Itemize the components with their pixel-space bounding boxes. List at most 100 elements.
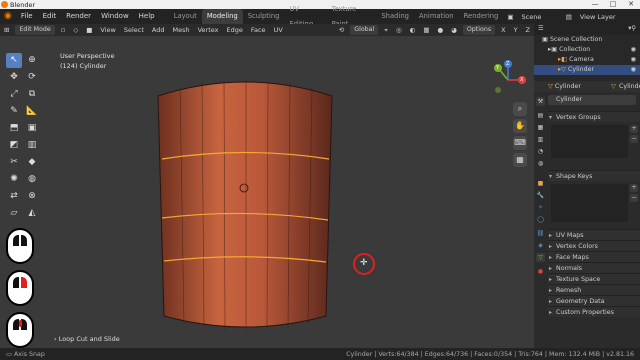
minimize-button[interactable]: — [586, 0, 604, 9]
geometry-data-panel[interactable]: Geometry Data [548, 295, 640, 307]
knife-tool-icon[interactable]: ✂ [6, 155, 22, 170]
data-name-field[interactable]: Cylinder [548, 95, 636, 105]
vertex-colors-panel[interactable]: Vertex Colors [548, 240, 640, 252]
constraints-tab-icon[interactable]: ⛓ [536, 229, 545, 238]
shape-tab-icon[interactable]: ◈ [536, 241, 545, 250]
vertex-groups-list[interactable] [551, 125, 628, 158]
vertex-groups-header[interactable]: Vertex Groups [548, 111, 640, 123]
3d-viewport[interactable]: User Perspective (124) Cylinder X Y Z ⌕ … [0, 36, 534, 348]
mirror-z-label[interactable]: Z [522, 24, 534, 36]
output-tab-icon[interactable]: ▦ [536, 123, 545, 132]
mode-selector[interactable]: Edit Mode [15, 25, 55, 35]
menu-vertex[interactable]: Vertex [194, 24, 223, 36]
transform-tool-icon[interactable]: ⧉ [24, 87, 40, 102]
material-tab-icon[interactable]: ● [536, 267, 545, 276]
menu-mesh[interactable]: Mesh [168, 24, 193, 36]
menu-edit[interactable]: Edit [38, 9, 62, 24]
shrink-tool-icon[interactable]: ⊗ [24, 189, 40, 204]
zoom-icon[interactable]: ⌕ [513, 102, 527, 116]
workspace-tab-sculpting[interactable]: Sculpting [243, 9, 285, 24]
add-vertex-group-button[interactable]: + [630, 125, 638, 133]
vertex-select-icon[interactable]: ▫ [57, 24, 69, 36]
face-select-icon[interactable]: ■ [82, 24, 96, 36]
workspace-tab-modeling[interactable]: Modeling [201, 9, 243, 24]
remove-shape-key-button[interactable]: − [630, 194, 638, 202]
menu-uv[interactable]: UV [270, 24, 287, 36]
menu-edge[interactable]: Edge [223, 24, 247, 36]
scene-selector[interactable]: Scene [518, 11, 562, 23]
snap-icon[interactable]: ⌖ [380, 24, 392, 36]
menu-file[interactable]: File [16, 9, 38, 24]
workspace-tab-rendering[interactable]: Rendering [459, 9, 504, 24]
transform-orientation-selector[interactable]: Global [350, 25, 379, 35]
outliner-scene-collection[interactable]: ▣ Scene Collection [534, 35, 640, 45]
inset-tool-icon[interactable]: ▣ [24, 121, 40, 136]
pan-hand-icon[interactable]: ✋ [513, 119, 527, 133]
physics-tab-icon[interactable]: ◯ [536, 215, 545, 224]
scene-tab-icon[interactable]: ◔ [536, 147, 545, 156]
transform-orientation-icon[interactable]: ⟲ [335, 24, 348, 36]
edge-select-icon[interactable]: ◇ [69, 24, 82, 36]
xray-icon[interactable]: ▦ [419, 24, 433, 36]
bevel-tool-icon[interactable]: ◩ [6, 138, 22, 153]
mirror-x-label[interactable]: X [497, 24, 509, 36]
workspace-tab-layout[interactable]: Layout [169, 9, 202, 24]
uv-maps-panel[interactable]: UV Maps [548, 229, 640, 241]
cylinder-mesh[interactable] [140, 76, 350, 336]
extrude-tool-icon[interactable]: ⬒ [6, 121, 22, 136]
mesh-data-tab-icon[interactable]: ▽ [536, 253, 545, 262]
edge-slide-tool-icon[interactable]: ⇄ [6, 189, 22, 204]
menu-add[interactable]: Add [148, 24, 169, 36]
workspace-tab-shading[interactable]: Shading [376, 9, 414, 24]
menu-window[interactable]: Window [96, 9, 134, 24]
outliner-editor-icon[interactable]: ☰ [538, 25, 544, 32]
proportional-edit-icon[interactable]: ◎ [392, 24, 406, 36]
remove-vertex-group-button[interactable]: − [630, 135, 638, 143]
view-layer-selector[interactable]: View Layer [576, 11, 640, 23]
editor-type-icon[interactable]: ⊞ [0, 24, 13, 36]
operator-panel[interactable]: › Loop Cut and Slide [54, 335, 120, 343]
rip-tool-icon[interactable]: ◭ [24, 206, 40, 221]
normals-panel[interactable]: Normals [548, 262, 640, 274]
outliner-item-camera[interactable]: ▸◧ Camera ◉ [534, 55, 640, 65]
annotate-tool-icon[interactable]: ✎ [6, 104, 22, 119]
custom-properties-panel[interactable]: Custom Properties [548, 306, 640, 318]
smooth-tool-icon[interactable]: ◍ [24, 172, 40, 187]
cursor-tool-icon[interactable]: ⊕ [24, 53, 40, 68]
shear-tool-icon[interactable]: ▱ [6, 206, 22, 221]
menu-render[interactable]: Render [61, 9, 96, 24]
ortho-toggle-icon[interactable]: ▦ [513, 153, 527, 167]
camera-view-icon[interactable]: ⌨ [513, 136, 527, 150]
menu-select[interactable]: Select [120, 24, 148, 36]
tool-tab-icon[interactable]: ⚒ [536, 97, 545, 106]
modifiers-tab-icon[interactable]: 🔧 [536, 191, 545, 200]
poly-build-tool-icon[interactable]: ◆ [24, 155, 40, 170]
workspace-tab-animation[interactable]: Animation [414, 9, 459, 24]
shading-material-icon[interactable]: ◕ [447, 24, 461, 36]
filter-icon[interactable]: ▾⚲ [628, 24, 636, 34]
overlay-icon[interactable]: ◐ [406, 24, 420, 36]
particles-tab-icon[interactable]: ✧ [536, 203, 545, 212]
move-tool-icon[interactable]: ✥ [6, 70, 22, 85]
rotate-tool-icon[interactable]: ⟳ [24, 70, 40, 85]
remesh-panel[interactable]: Remesh [548, 284, 640, 296]
close-button[interactable]: ✕ [622, 0, 640, 9]
maximize-button[interactable]: □ [604, 0, 622, 9]
visibility-eye-icon[interactable]: ◉ [631, 55, 637, 65]
world-tab-icon[interactable]: ◍ [536, 159, 545, 168]
shape-keys-list[interactable] [551, 184, 628, 222]
add-shape-key-button[interactable]: + [630, 184, 638, 192]
texture-space-panel[interactable]: Texture Space [548, 273, 640, 285]
view-layer-tab-icon[interactable]: ▥ [536, 135, 545, 144]
outliner-item-cylinder[interactable]: ▸▽ Cylinder ◉ [534, 65, 640, 75]
select-box-tool-icon[interactable]: ↖ [6, 53, 22, 68]
visibility-eye-icon[interactable]: ◉ [631, 45, 637, 55]
render-tab-icon[interactable]: ▤ [536, 111, 545, 120]
menu-help[interactable]: Help [134, 9, 160, 24]
face-maps-panel[interactable]: Face Maps [548, 251, 640, 263]
scale-tool-icon[interactable]: ⤢ [6, 87, 22, 102]
menu-view[interactable]: View [96, 24, 119, 36]
measure-tool-icon[interactable]: 📐 [24, 104, 40, 119]
shading-solid-icon[interactable]: ● [433, 24, 447, 36]
mirror-y-label[interactable]: Y [510, 24, 522, 36]
